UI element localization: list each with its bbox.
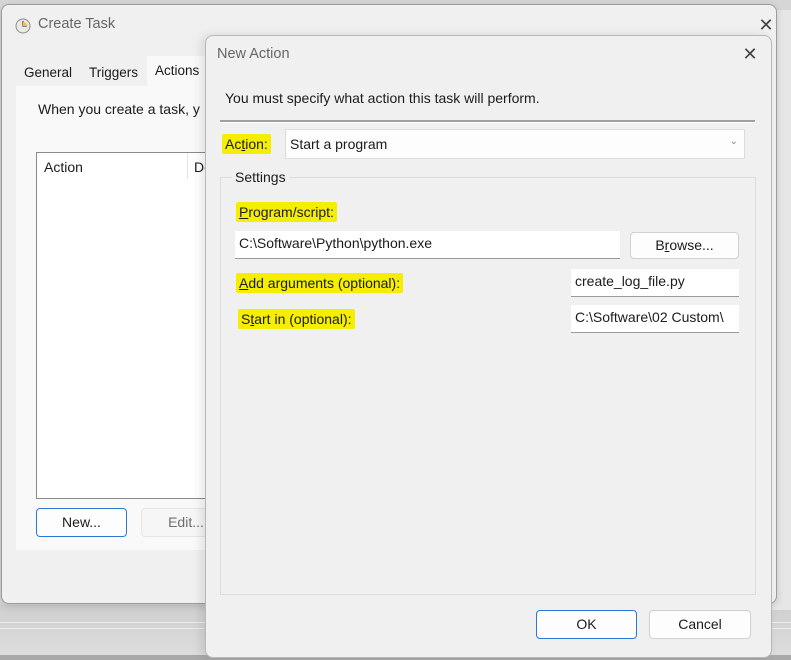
action-select[interactable]: Start a program ⌄: [285, 129, 745, 159]
clock-icon: [15, 18, 31, 34]
actions-description: When you create a task, y: [38, 101, 200, 117]
ok-button[interactable]: OK: [536, 610, 637, 639]
column-header-action[interactable]: Action: [44, 159, 83, 175]
separator: [220, 120, 755, 123]
window-title: Create Task: [38, 16, 116, 32]
add-arguments-input[interactable]: create_log_file.py: [571, 269, 739, 297]
action-label: Action:: [222, 134, 271, 154]
instruction-text: You must specify what action this task w…: [225, 90, 540, 106]
browse-button[interactable]: Browse...: [630, 232, 739, 259]
tab-triggers[interactable]: Triggers: [81, 60, 146, 86]
chevron-down-icon: ⌄: [729, 136, 738, 147]
dialog-title: New Action: [217, 46, 290, 62]
start-in-input[interactable]: C:\Software\02 Custom\: [571, 305, 739, 333]
start-in-label: Start in (optional):: [238, 309, 355, 329]
close-icon[interactable]: ✕: [738, 43, 762, 67]
tab-actions[interactable]: Actions: [147, 56, 208, 86]
tab-general[interactable]: General: [16, 60, 80, 86]
program-script-label: Program/script:: [236, 202, 337, 222]
cancel-button[interactable]: Cancel: [649, 610, 751, 639]
new-button[interactable]: New...: [36, 508, 127, 537]
add-arguments-label: Add arguments (optional):: [236, 273, 404, 293]
column-divider[interactable]: [187, 153, 188, 179]
action-select-value: Start a program: [290, 136, 388, 152]
new-action-dialog: New Action ✕ You must specify what actio…: [205, 35, 772, 658]
program-script-input[interactable]: C:\Software\Python\python.exe: [235, 231, 620, 259]
settings-legend: Settings: [232, 169, 289, 185]
